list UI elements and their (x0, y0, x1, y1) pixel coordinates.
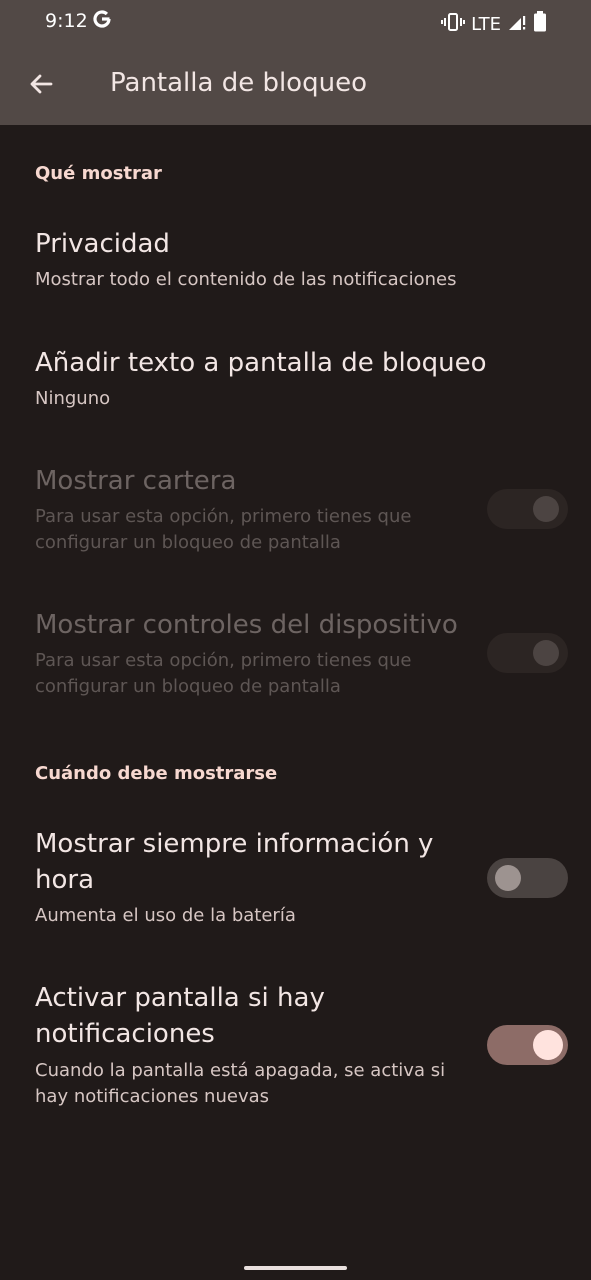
privacy-setting[interactable]: Privacidad Mostrar todo el contenido de … (0, 222, 591, 322)
setting-title: Añadir texto a pantalla de bloqueo (35, 348, 487, 378)
back-button[interactable] (25, 68, 57, 100)
setting-summary: Ninguno (35, 388, 111, 409)
network-type: LTE (471, 13, 501, 35)
toggle-knob (533, 496, 559, 522)
setting-summary-line: configurar un bloqueo de pantalla (35, 676, 341, 697)
section-header-when-to-show: Cuándo debe mostrarse (35, 763, 278, 784)
status-bar: 9:12 LTE (0, 0, 591, 46)
toggle-knob (533, 1030, 563, 1060)
section-header-what-to-show: Qué mostrar (35, 163, 162, 184)
setting-summary-line: Para usar esta opción, primero tienes qu… (35, 650, 412, 671)
setting-title: Mostrar cartera (35, 466, 237, 496)
setting-title-line: hora (35, 865, 95, 895)
battery-icon (533, 11, 547, 37)
arrow-back-icon (25, 74, 57, 104)
wake-screen-notifications-toggle[interactable] (487, 1025, 568, 1065)
signal-icon (507, 12, 527, 36)
show-device-controls-setting[interactable]: Mostrar controles del dispositivo Para u… (0, 604, 591, 714)
wake-screen-notifications-setting[interactable]: Activar pantalla si hay notificaciones C… (0, 978, 591, 1118)
setting-summary-line: Cuando la pantalla está apagada, se acti… (35, 1060, 446, 1081)
page-title: Pantalla de bloqueo (110, 68, 367, 98)
google-icon (91, 8, 113, 34)
show-wallet-toggle[interactable] (487, 489, 568, 529)
setting-title-line: notificaciones (35, 1019, 215, 1049)
setting-title: Privacidad (35, 229, 170, 259)
setting-title: Mostrar controles del dispositivo (35, 610, 458, 640)
setting-summary-line: Para usar esta opción, primero tienes qu… (35, 506, 412, 527)
show-device-controls-toggle[interactable] (487, 633, 568, 673)
lock-screen-text-setting[interactable]: Añadir texto a pantalla de bloqueo Ningu… (0, 341, 591, 431)
setting-summary-line: hay notificaciones nuevas (35, 1086, 269, 1107)
gesture-nav-handle[interactable] (244, 1266, 347, 1270)
toggle-knob (533, 640, 559, 666)
show-wallet-setting[interactable]: Mostrar cartera Para usar esta opción, p… (0, 460, 591, 570)
toggle-knob (495, 865, 521, 891)
status-time: 9:12 (45, 10, 88, 32)
setting-summary: Mostrar todo el contenido de las notific… (35, 269, 457, 290)
setting-summary: Aumenta el uso de la batería (35, 905, 296, 926)
setting-title-line: Activar pantalla si hay (35, 983, 325, 1013)
always-show-time-info-setting[interactable]: Mostrar siempre información y hora Aumen… (0, 824, 591, 939)
setting-title-line: Mostrar siempre información y (35, 829, 434, 859)
always-show-time-info-toggle[interactable] (487, 858, 568, 898)
app-bar: Pantalla de bloqueo (0, 46, 591, 125)
vibrate-icon (441, 12, 466, 36)
setting-summary-line: configurar un bloqueo de pantalla (35, 532, 341, 553)
